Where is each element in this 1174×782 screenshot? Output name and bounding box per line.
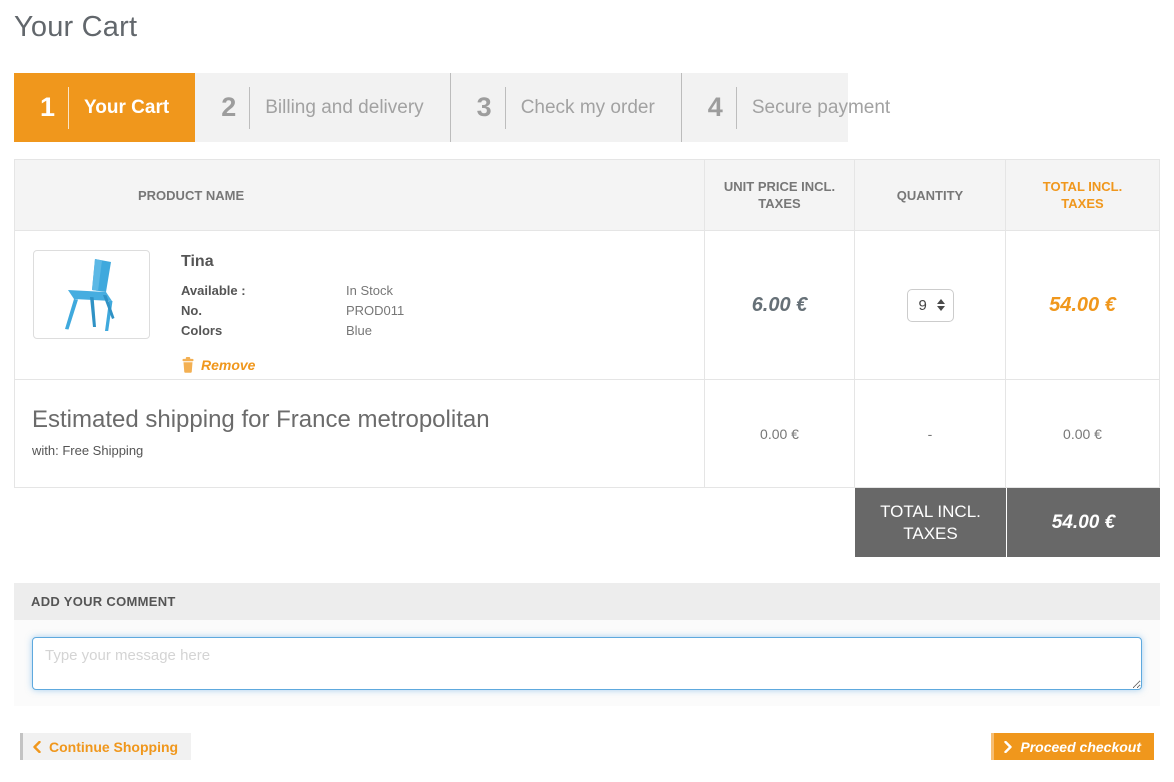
product-name-link[interactable]: Tina [181, 253, 404, 271]
continue-shopping-button[interactable]: Continue Shopping [20, 733, 191, 760]
header-quantity: QUANTITY [854, 160, 1005, 230]
comment-section-title: ADD YOUR COMMENT [14, 583, 1160, 620]
summary-total-value: 54.00 € [1006, 488, 1160, 557]
comment-textarea[interactable] [32, 637, 1142, 690]
step-number: 1 [14, 92, 68, 123]
shipping-row: Estimated shipping for France metropolit… [15, 380, 1159, 487]
cart-page: Your Cart 1 Your Cart 2 Billing and deli… [0, 11, 1174, 760]
header-unit-price: UNIT PRICE INCL. TAXES [704, 160, 854, 230]
continue-shopping-label: Continue Shopping [49, 739, 178, 755]
quantity-value: 9 [919, 297, 927, 314]
cart-actions: Continue Shopping Proceed checkout [14, 733, 1160, 760]
comment-section: ADD YOUR COMMENT [14, 583, 1160, 706]
stepper-up-icon[interactable] [937, 299, 945, 304]
cart-table-header: PRODUCT NAME UNIT PRICE INCL. TAXES QUAN… [15, 160, 1159, 231]
attr-label-available: Available : [181, 281, 346, 301]
chevron-left-icon [33, 741, 41, 753]
page-title: Your Cart [14, 11, 1160, 44]
chevron-right-icon [1004, 741, 1012, 753]
chair-image [40, 255, 144, 335]
product-line-total: 54.00 € [1049, 294, 1116, 317]
header-total: TOTAL INCL. TAXES [1005, 160, 1159, 230]
cart-table: PRODUCT NAME UNIT PRICE INCL. TAXES QUAN… [14, 159, 1160, 488]
product-unit-price: 6.00 € [752, 294, 808, 317]
attr-value-colors: Blue [346, 321, 372, 341]
step-number: 4 [682, 92, 736, 123]
shipping-carrier: with: Free Shipping [32, 443, 704, 458]
product-attributes: Available : In Stock No. PROD011 Colors … [181, 281, 404, 341]
remove-label: Remove [201, 357, 255, 373]
product-row: Tina Available : In Stock No. PROD011 Co… [15, 231, 1159, 380]
summary-label: TOTAL INCL. TAXES [855, 488, 1006, 557]
shipping-quantity: - [928, 426, 933, 442]
checkout-steps: 1 Your Cart 2 Billing and delivery 3 Che… [14, 73, 848, 142]
cart-summary: TOTAL INCL. TAXES 54.00 € [855, 488, 1160, 557]
step-secure-payment[interactable]: 4 Secure payment [682, 73, 916, 142]
proceed-checkout-label: Proceed checkout [1020, 739, 1141, 755]
shipping-unit-price: 0.00 € [760, 426, 799, 442]
proceed-checkout-button[interactable]: Proceed checkout [991, 733, 1154, 760]
trash-icon [181, 357, 195, 373]
step-number: 2 [195, 92, 249, 123]
attr-value-number: PROD011 [346, 301, 404, 321]
stepper-arrows-icon[interactable] [937, 299, 945, 311]
product-image[interactable] [33, 250, 150, 339]
shipping-total: 0.00 € [1063, 426, 1102, 442]
attr-label-number: No. [181, 301, 346, 321]
step-label: Secure payment [737, 97, 916, 119]
stepper-down-icon[interactable] [937, 306, 945, 311]
attr-value-available: In Stock [346, 281, 393, 301]
attr-label-colors: Colors [181, 321, 346, 341]
step-number: 3 [451, 92, 505, 123]
step-check-order[interactable]: 3 Check my order [451, 73, 682, 142]
step-label: Billing and delivery [250, 97, 449, 119]
remove-item-button[interactable]: Remove [181, 357, 255, 373]
step-your-cart[interactable]: 1 Your Cart [14, 73, 195, 142]
header-product-name: PRODUCT NAME [15, 160, 704, 230]
step-billing-delivery[interactable]: 2 Billing and delivery [195, 73, 450, 142]
step-label: Check my order [506, 97, 681, 119]
step-label: Your Cart [69, 97, 195, 119]
quantity-stepper[interactable]: 9 [907, 289, 954, 322]
shipping-title: Estimated shipping for France metropolit… [32, 406, 704, 434]
